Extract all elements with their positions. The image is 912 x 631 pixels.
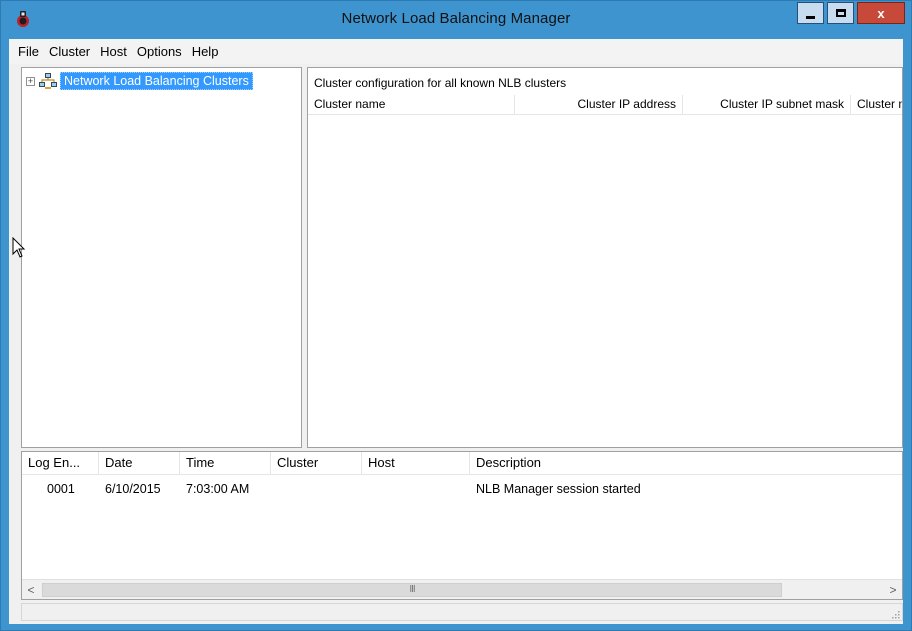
column-host[interactable]: Host — [362, 452, 470, 474]
resize-grip-icon[interactable] — [890, 609, 900, 619]
menu-host[interactable]: Host — [95, 44, 132, 59]
cluster-icon — [39, 73, 57, 89]
title-bar[interactable]: Network Load Balancing Manager x — [1, 1, 911, 39]
column-cluster-ip[interactable]: Cluster IP address — [515, 95, 683, 114]
log-description-cell: NLB Manager session started — [476, 482, 641, 496]
column-description[interactable]: Description — [470, 452, 902, 474]
horizontal-scrollbar[interactable]: < III > — [22, 579, 902, 599]
column-date[interactable]: Date — [99, 452, 180, 474]
log-date-cell: 6/10/2015 — [105, 482, 161, 496]
column-cluster[interactable]: Cluster — [271, 452, 362, 474]
menu-options[interactable]: Options — [132, 44, 187, 59]
menu-bar: File Cluster Host Options Help — [9, 39, 903, 64]
maximize-button[interactable] — [827, 2, 854, 24]
scroll-left-icon[interactable]: < — [22, 581, 40, 599]
tree-node-nlb-clusters[interactable]: + Network Load Balancing Clusters — [26, 72, 253, 90]
cluster-list-header: Cluster name Cluster IP address Cluster … — [308, 95, 902, 115]
close-button[interactable]: x — [857, 2, 905, 24]
log-entry-cell: 0001 — [47, 482, 75, 496]
log-host-cell — [362, 480, 470, 498]
column-subnet-mask[interactable]: Cluster IP subnet mask — [683, 95, 851, 114]
column-log-entry[interactable]: Log En... — [22, 452, 99, 474]
window-title: Network Load Balancing Manager — [341, 10, 571, 27]
column-cluster-name[interactable]: Cluster name — [308, 95, 515, 114]
mouse-cursor-icon — [12, 237, 26, 258]
minimize-icon — [806, 15, 815, 19]
menu-file[interactable]: File — [13, 44, 44, 59]
cluster-list-pane[interactable]: Cluster configuration for all known NLB … — [307, 67, 903, 448]
scroll-right-icon[interactable]: > — [884, 581, 902, 599]
maximize-icon — [835, 9, 846, 17]
expand-icon[interactable]: + — [26, 76, 35, 86]
log-pane[interactable]: Log En... Date Time Cluster Host Descrip… — [21, 451, 903, 600]
menu-cluster[interactable]: Cluster — [44, 44, 95, 59]
tree-item-label[interactable]: Network Load Balancing Clusters — [60, 72, 253, 90]
cluster-config-caption: Cluster configuration for all known NLB … — [314, 76, 567, 90]
status-bar — [21, 603, 903, 621]
cluster-tree-pane[interactable]: + Network Load Balancing Clusters — [21, 67, 302, 448]
log-time-cell: 7:03:00 AM — [186, 482, 250, 496]
scroll-thumb[interactable]: III — [42, 582, 782, 597]
column-time[interactable]: Time — [180, 452, 271, 474]
log-cluster-cell — [271, 480, 362, 498]
column-cluster-mode[interactable]: Cluster mo — [851, 95, 902, 114]
client-area: + Network Load Balancing Clusters Cluste… — [9, 64, 903, 624]
menu-help[interactable]: Help — [187, 44, 224, 59]
scroll-track[interactable]: III — [40, 581, 884, 599]
log-header: Log En... Date Time Cluster Host Descrip… — [22, 452, 902, 475]
log-row[interactable]: 0001 6/10/2015 7:03:00 AM NLB Manager se… — [22, 480, 902, 498]
minimize-button[interactable] — [797, 2, 824, 24]
nlb-manager-window: Network Load Balancing Manager x File Cl… — [0, 0, 912, 631]
